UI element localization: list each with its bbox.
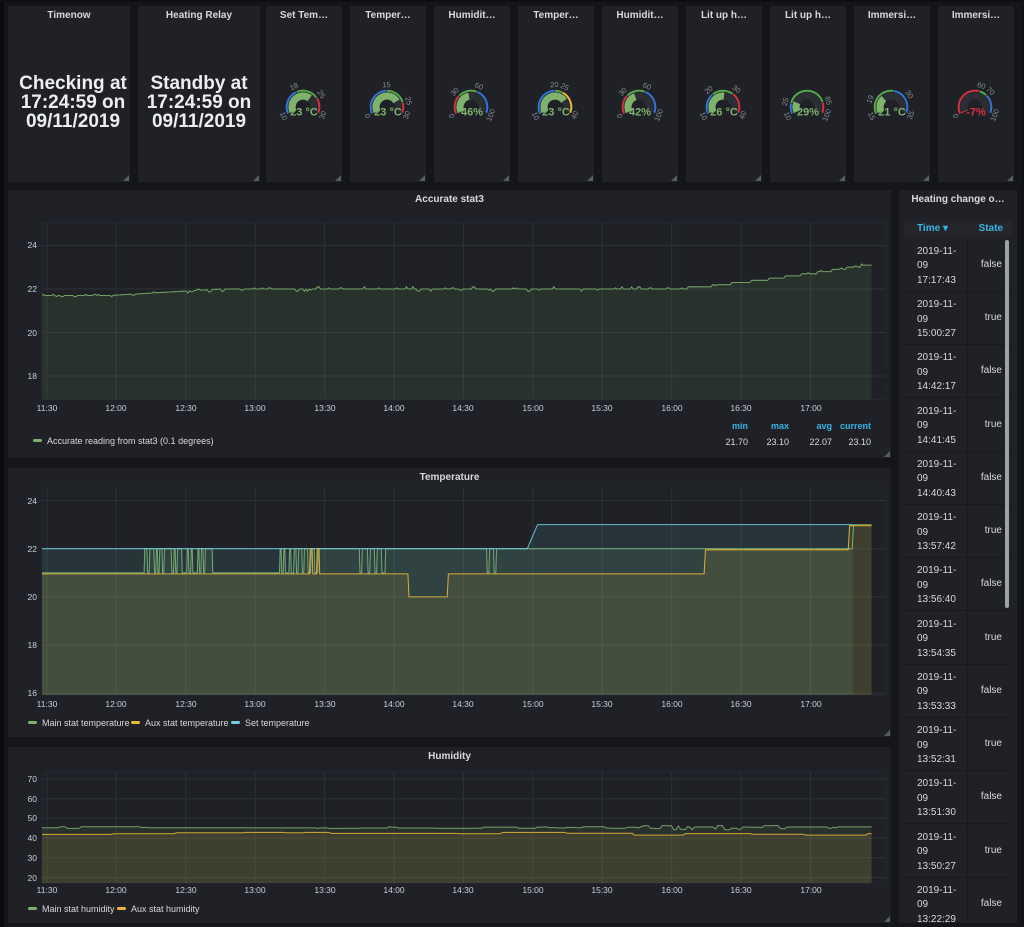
svg-text:10: 10 <box>530 110 542 121</box>
svg-text:42%: 42% <box>629 107 651 119</box>
svg-text:15: 15 <box>866 110 878 121</box>
svg-text:30: 30 <box>401 109 412 120</box>
svg-text:30: 30 <box>449 86 461 98</box>
svg-text:40: 40 <box>737 109 748 120</box>
svg-text:25: 25 <box>780 97 791 107</box>
svg-text:0: 0 <box>951 112 961 120</box>
svg-text:10: 10 <box>278 110 290 121</box>
svg-text:46%: 46% <box>461 107 483 119</box>
svg-text:25: 25 <box>403 96 414 107</box>
svg-text:60: 60 <box>642 81 653 92</box>
svg-text:60: 60 <box>474 81 485 92</box>
svg-text:23 °C: 23 °C <box>374 107 402 119</box>
svg-text:23 °C: 23 °C <box>542 107 570 119</box>
svg-text:21 °C: 21 °C <box>878 107 906 119</box>
svg-text:0: 0 <box>363 112 373 120</box>
svg-text:15: 15 <box>382 80 391 89</box>
svg-text:30: 30 <box>617 86 629 98</box>
svg-text:35: 35 <box>905 109 916 120</box>
svg-text:40: 40 <box>569 109 580 120</box>
svg-text:-7%: -7% <box>966 107 986 119</box>
svg-text:20: 20 <box>550 80 559 89</box>
svg-text:10: 10 <box>782 110 794 121</box>
svg-text:85: 85 <box>823 95 834 106</box>
svg-text:30: 30 <box>317 109 328 120</box>
svg-text:0: 0 <box>447 112 457 120</box>
svg-text:26 °C: 26 °C <box>710 107 738 119</box>
svg-text:70: 70 <box>984 85 996 97</box>
svg-text:10: 10 <box>698 110 710 121</box>
svg-text:0: 0 <box>615 112 625 120</box>
svg-text:23 °C: 23 °C <box>290 107 318 119</box>
svg-text:29%: 29% <box>797 107 819 119</box>
